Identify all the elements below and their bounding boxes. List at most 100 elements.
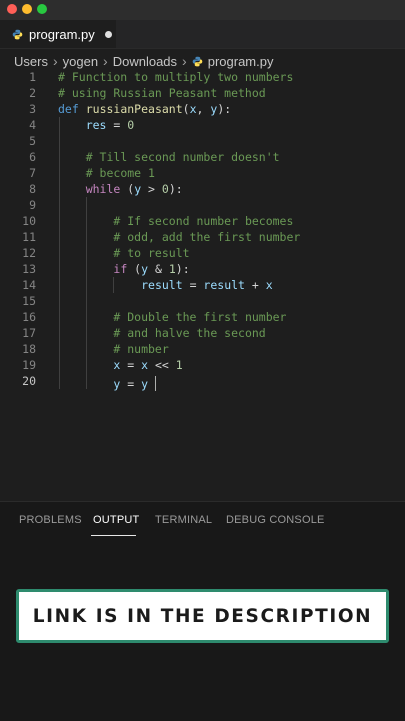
code-line[interactable]: 7 # become 1 — [0, 165, 405, 181]
code-text: # Function to multiply two numbers — [58, 69, 293, 85]
code-token: # Function to multiply two numbers — [58, 70, 294, 84]
unsaved-indicator-icon[interactable] — [104, 30, 112, 38]
line-number: 6 — [29, 150, 36, 164]
code-text: # become 1 — [58, 165, 155, 181]
line-number: 9 — [29, 198, 36, 212]
chevron-right-icon: › — [52, 53, 58, 69]
minimize-window-button[interactable] — [22, 4, 32, 14]
code-token: ): — [175, 262, 190, 276]
code-token: x — [141, 358, 149, 372]
breadcrumb-yogen[interactable]: yogen — [63, 54, 98, 69]
breadcrumb: Users › yogen › Downloads › program.py — [14, 52, 273, 70]
code-text: if (y & 1): — [58, 261, 190, 277]
code-editor[interactable]: 1 # Function to multiply two numbers 2 # us… — [0, 69, 405, 401]
code-token: # become 1 — [85, 166, 155, 180]
tab-filename: program.py — [29, 26, 95, 42]
code-token: if — [113, 262, 128, 276]
code-token: y — [141, 262, 149, 276]
python-file-icon — [192, 56, 203, 66]
line-number: 13 — [22, 262, 36, 276]
code-token: ( — [127, 262, 142, 276]
code-token: result — [203, 278, 245, 292]
close-window-button[interactable] — [7, 4, 17, 14]
code-token: 0 — [161, 182, 169, 196]
code-token: ): — [217, 102, 232, 116]
code-text: # to result — [58, 245, 189, 261]
code-text: while (y > 0): — [58, 181, 183, 197]
breadcrumb-downloads[interactable]: Downloads — [113, 54, 177, 69]
code-token: + — [244, 278, 266, 292]
code-token: = — [182, 278, 204, 292]
code-token: # Double the first number — [113, 310, 287, 324]
code-line[interactable]: 8 while (y > 0): — [0, 181, 405, 197]
line-number: 8 — [29, 182, 36, 196]
tab-debug-console[interactable]: DEBUG CONSOLE — [226, 514, 325, 526]
editor-tab-program-py[interactable]: program.py — [0, 20, 116, 48]
line-number: 18 — [22, 342, 36, 356]
code-line[interactable]: 10 # If second number becomes — [0, 213, 405, 229]
tab-problems[interactable]: PROBLEMS — [19, 514, 82, 526]
code-line[interactable]: 19 x = x << 1 — [0, 357, 405, 373]
code-line[interactable]: 9 — [0, 197, 405, 213]
code-token: 1 — [175, 358, 183, 372]
line-number: 16 — [22, 310, 36, 324]
code-text: x = x << 1 — [58, 357, 183, 373]
code-text: # If second number becomes — [58, 213, 293, 229]
code-token: , — [196, 102, 211, 116]
zoom-window-button[interactable] — [37, 4, 47, 14]
chevron-right-icon: › — [103, 53, 108, 69]
tab-terminal[interactable]: TERMINAL — [155, 514, 212, 526]
code-line[interactable]: 2 # using Russian Peasant method — [0, 85, 405, 101]
breadcrumb-file[interactable]: program.py — [208, 54, 274, 69]
code-line[interactable]: 16 # Double the first number — [0, 309, 405, 325]
code-text: res = 0 — [58, 117, 135, 133]
code-token: # odd, add the first number — [113, 230, 301, 244]
editor-tab-strip: program.py — [0, 20, 405, 49]
line-number: 1 — [29, 70, 36, 84]
code-line[interactable]: 18 # number — [0, 341, 405, 357]
code-line[interactable]: 5 — [0, 133, 405, 149]
line-number: 20 — [22, 374, 36, 388]
python-file-icon — [12, 29, 23, 39]
code-token: & — [148, 262, 169, 276]
line-number: 19 — [22, 358, 36, 372]
code-line[interactable]: 14 result = result + x — [0, 277, 405, 293]
line-number: 12 — [22, 246, 36, 260]
banner-text: LINK IS IN THE DESCRIPTION — [32, 605, 373, 627]
line-number: 3 — [29, 102, 36, 116]
code-line[interactable]: 20 y = y — [0, 373, 405, 391]
code-line[interactable]: 3 def russianPeasant(x, y): — [0, 101, 405, 117]
code-line[interactable]: 4 res = 0 — [0, 117, 405, 133]
code-token: # number — [113, 342, 169, 356]
code-line[interactable]: 12 # to result — [0, 245, 405, 261]
active-tab-underline — [91, 535, 136, 536]
code-line[interactable]: 15 — [0, 293, 405, 309]
breadcrumb-users[interactable]: Users — [14, 54, 48, 69]
code-line[interactable]: 1 # Function to multiply two numbers — [0, 69, 405, 85]
code-token: result — [141, 278, 183, 292]
code-token: = — [120, 358, 142, 372]
code-line[interactable]: 17 # and halve the second — [0, 325, 405, 341]
line-number: 17 — [22, 326, 36, 340]
code-line[interactable]: 6 # Till second number doesn't — [0, 149, 405, 165]
tab-output[interactable]: OUTPUT — [93, 514, 139, 526]
line-number: 15 — [22, 294, 36, 308]
code-token: ( — [182, 102, 190, 116]
code-line[interactable]: 11 # odd, add the first number — [0, 229, 405, 245]
code-text: # and halve the second — [58, 325, 265, 341]
text-cursor — [154, 376, 156, 391]
code-line[interactable]: 13 if (y & 1): — [0, 261, 405, 277]
description-link-banner: LINK IS IN THE DESCRIPTION — [16, 589, 389, 643]
chevron-right-icon: › — [182, 53, 187, 69]
